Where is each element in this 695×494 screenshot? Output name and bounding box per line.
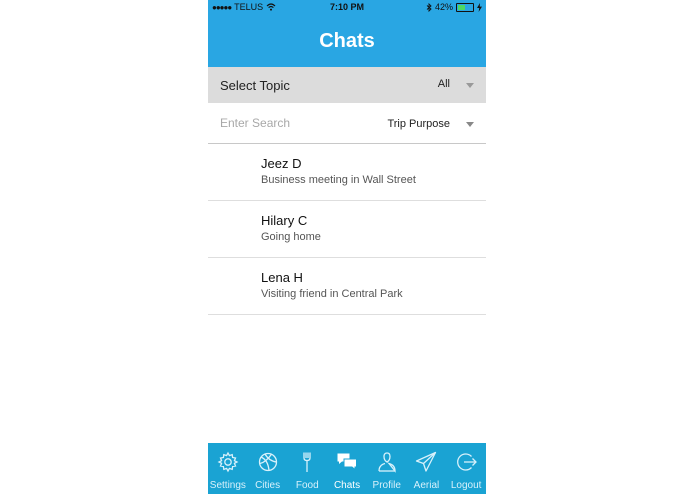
tab-profile[interactable]: Profile — [367, 443, 407, 494]
chevron-down-icon[interactable] — [466, 122, 474, 127]
tab-label: Food — [295, 480, 319, 491]
search-input[interactable] — [218, 113, 372, 133]
battery-fill — [458, 4, 465, 10]
chat-message: Going home — [261, 231, 321, 243]
gear-icon — [217, 451, 239, 473]
status-bar: ●●●●● TELUS 7:10 PM 42% — [208, 0, 486, 14]
chat-item[interactable]: Hilary C Going home — [208, 201, 486, 258]
battery-icon — [456, 2, 474, 12]
topic-value[interactable]: All — [438, 78, 450, 90]
chat-list: Jeez D Business meeting in Wall Street H… — [208, 144, 486, 315]
logout-icon — [457, 453, 478, 471]
bluetooth-icon — [426, 2, 432, 12]
person-icon — [378, 452, 396, 473]
tab-label: Profile — [372, 480, 401, 491]
status-right: 42% — [426, 2, 482, 12]
charging-icon — [477, 2, 482, 12]
tab-bar: Settings Cities Food Chats Profile Aeria… — [208, 443, 486, 494]
nav-bar: Chats — [208, 14, 486, 67]
tab-label: Chats — [333, 480, 361, 491]
chat-name: Lena H — [261, 270, 303, 285]
chat-name: Hilary C — [261, 213, 308, 228]
chat-item[interactable]: Lena H Visiting friend in Central Park — [208, 258, 486, 315]
search-bar: Trip Purpose — [208, 103, 486, 144]
tab-label: Cities — [255, 480, 281, 491]
chevron-down-icon[interactable] — [466, 83, 474, 88]
chat-name: Jeez D — [261, 156, 302, 171]
paper-plane-icon — [416, 451, 437, 472]
tab-logout[interactable]: Logout — [446, 443, 486, 494]
tab-settings[interactable]: Settings — [208, 443, 248, 494]
page-title: Chats — [319, 30, 375, 52]
tab-label: Settings — [209, 480, 246, 491]
chat-message: Business meeting in Wall Street — [261, 174, 416, 186]
trip-purpose-select[interactable]: Trip Purpose — [387, 118, 450, 130]
chat-message: Visiting friend in Central Park — [261, 288, 403, 300]
tab-label: Logout — [450, 480, 482, 491]
basketball-icon — [258, 452, 277, 472]
tab-label: Aerial — [413, 480, 440, 491]
topic-label: Select Topic — [220, 78, 290, 93]
tab-food[interactable]: Food — [287, 443, 327, 494]
fork-icon — [303, 452, 311, 472]
tab-cities[interactable]: Cities — [248, 443, 288, 494]
tab-aerial[interactable]: Aerial — [407, 443, 447, 494]
chat-bubbles-icon — [337, 453, 358, 471]
battery-percentage: 42% — [434, 2, 453, 12]
topic-selector[interactable]: Select Topic All — [208, 67, 486, 103]
chat-item[interactable]: Jeez D Business meeting in Wall Street — [208, 144, 486, 201]
phone-screen: ●●●●● TELUS 7:10 PM 42% Chats Select Top… — [208, 0, 486, 494]
tab-chats[interactable]: Chats — [327, 443, 367, 494]
